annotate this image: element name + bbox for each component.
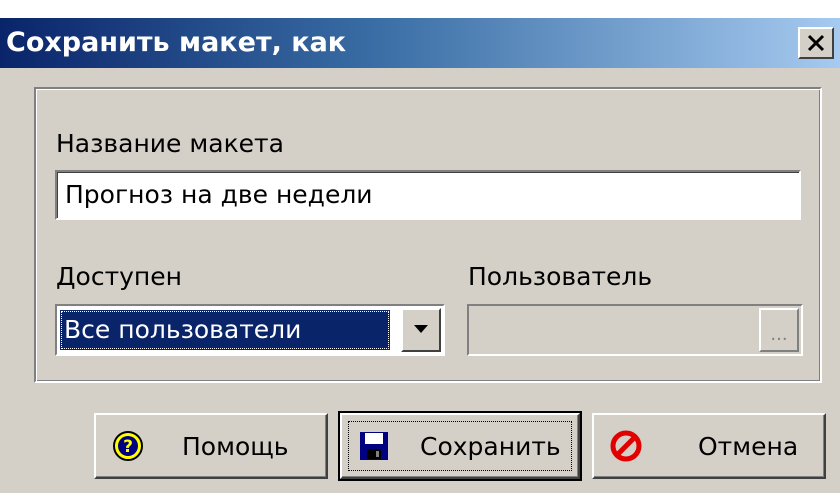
dialog-body: Название макета Прогноз на две недели До…: [0, 68, 840, 493]
close-icon: [807, 34, 825, 52]
save-button[interactable]: Сохранить: [338, 411, 582, 481]
user-browse-button: ...: [759, 308, 799, 352]
cancel-button-label: Отмена: [698, 432, 799, 461]
layout-settings-group: Название макета Прогноз на две недели До…: [34, 87, 822, 383]
window-title: Сохранить макет, как: [6, 27, 347, 58]
close-button[interactable]: [798, 27, 834, 59]
layout-name-input[interactable]: Прогноз на две недели: [55, 170, 801, 220]
floppy-disk-icon: [360, 432, 388, 460]
user-label: Пользователь: [468, 262, 653, 291]
save-button-label: Сохранить: [420, 432, 561, 461]
help-button-label: Помощь: [182, 432, 289, 461]
availability-select[interactable]: Все пользователи: [55, 304, 445, 356]
availability-label: Доступен: [56, 262, 183, 291]
save-layout-dialog: Сохранить макет, как Название макета Про…: [0, 0, 840, 493]
help-button[interactable]: ? Помощь: [94, 413, 328, 479]
title-bar[interactable]: Сохранить макет, как: [0, 18, 840, 68]
layout-name-label: Название макета: [56, 129, 284, 158]
chevron-down-icon: [414, 325, 428, 333]
availability-dropdown-button[interactable]: [401, 308, 441, 352]
user-field: ...: [467, 304, 803, 356]
svg-text:?: ?: [123, 437, 133, 457]
cancel-button[interactable]: Отмена: [592, 413, 826, 479]
help-question-icon: ?: [113, 431, 143, 461]
availability-value: Все пользователи: [64, 315, 302, 344]
stop-sign-icon: [610, 430, 642, 462]
layout-name-value: Прогноз на две недели: [65, 180, 373, 209]
availability-selected-option[interactable]: Все пользователи: [60, 310, 390, 350]
